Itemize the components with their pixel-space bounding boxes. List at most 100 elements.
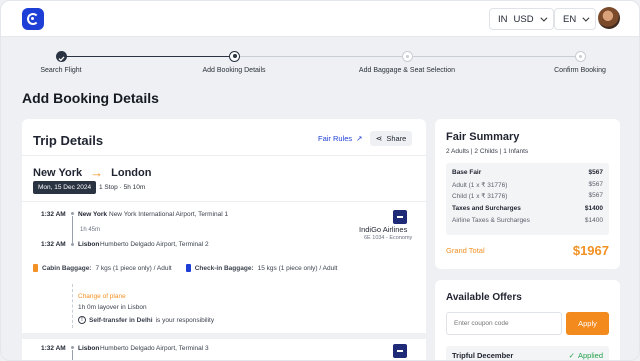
layover-duration: 1h 0m layover in Lisbon	[78, 304, 147, 311]
step-label-search: Search Flight	[40, 67, 82, 74]
child-fare-label: Child (1 x ₹ 31776)	[452, 193, 508, 200]
base-fare-value: $567	[588, 169, 603, 176]
page-title: Add Booking Details	[22, 90, 159, 106]
arrival-airport: Humberto Delgado Airport, Terminal 2	[100, 241, 209, 248]
airline-name: IndiGo Airlines	[359, 225, 408, 234]
divider	[22, 201, 426, 202]
checkin-baggage-value: 15 kgs (1 piece only) / Adult	[257, 264, 338, 272]
departure-time: 1:32 AM	[41, 211, 66, 218]
grand-total-row: Grand Total $1967	[446, 243, 609, 258]
cabin-baggage-value: 7 kgs (1 piece only) / Adult	[95, 264, 172, 272]
app-window: IN USD EN Search Flight Add Booking Deta…	[0, 0, 640, 361]
destination-city: London	[111, 166, 152, 179]
fair-rules-link[interactable]: Fair Rules ↗	[318, 134, 362, 143]
layover-connector	[72, 284, 73, 328]
step-todo-icon	[402, 51, 413, 62]
indigo-airline-logo	[393, 344, 407, 358]
step-label-confirm: Confirm Booking	[554, 67, 606, 74]
segment-separator	[22, 333, 426, 339]
app-logo[interactable]	[22, 8, 44, 30]
timeline-dot	[71, 346, 74, 349]
timeline-dot	[71, 243, 74, 246]
arrival-city: Lisbon	[78, 241, 100, 248]
self-transfer-text: is your responsibility	[155, 316, 215, 324]
timeline-dot	[71, 212, 74, 215]
divider	[22, 155, 426, 156]
base-fare-row: Base Fair $567	[452, 169, 603, 176]
total-duration: 5h 10m	[123, 184, 146, 191]
share-label: Share	[386, 134, 407, 143]
user-avatar[interactable]	[598, 7, 620, 29]
airline-taxes-row: Airline Taxes & Surcharges $1400	[452, 217, 603, 224]
offer-status: ✓ Applied	[569, 351, 603, 360]
indigo-airline-logo	[393, 210, 407, 224]
coupon-code-input[interactable]	[446, 312, 562, 335]
available-offers-card: Available Offers Apply Tripful December …	[435, 280, 620, 360]
checkin-baggage-label: Check-in Baggage:	[194, 264, 254, 272]
fair-summary-title: Fair Summary	[446, 131, 520, 143]
apply-coupon-button[interactable]: Apply	[566, 312, 609, 335]
flight-info: 6E 1034 - Economy	[364, 235, 413, 241]
offers-title: Available Offers	[446, 292, 522, 303]
departure-airport: New York International Airport, Terminal…	[109, 211, 229, 218]
cabin-bag-icon	[33, 264, 38, 272]
origin-city: New York	[33, 166, 83, 179]
cabin-baggage-label: Cabin Baggage:	[42, 264, 92, 272]
external-link-icon: ↗	[356, 134, 363, 143]
adult-fare-value: $567	[588, 181, 603, 188]
step-label-booking: Add Booking Details	[202, 67, 266, 74]
passenger-summary: 2 Adults | 2 Childs | 1 Infants	[446, 148, 529, 155]
step-done-icon	[56, 51, 67, 62]
child-fare-row: Child (1 x ₹ 31776) $567	[452, 192, 603, 200]
share-icon: ⋖	[375, 134, 383, 143]
self-transfer-note: ! Self-transfer in Delhi is your respons…	[78, 316, 214, 324]
currency-code: USD	[513, 13, 534, 25]
share-button[interactable]: ⋖ Share	[370, 131, 412, 146]
grand-total-value: $1967	[572, 243, 609, 258]
layover-title: Change of plane	[78, 293, 126, 300]
adult-fare-label: Adult (1 x ₹ 31776)	[452, 182, 508, 189]
step-label-baggage: Add Baggage & Seat Selection	[358, 67, 456, 74]
info-icon: !	[78, 316, 86, 324]
departure-time: 1:32 AM	[41, 345, 66, 352]
fair-rules-label: Fair Rules	[318, 134, 353, 143]
taxes-value: $1400	[584, 205, 603, 212]
taxes-row: Taxes and Surcharges $1400	[452, 205, 603, 212]
step-connector	[234, 56, 407, 57]
departure-airport: Humberto Delgado Airport, Terminal 3	[100, 345, 209, 352]
arrow-right-icon: →	[90, 165, 104, 180]
child-fare-value: $567	[588, 192, 603, 199]
checkin-bag-icon	[185, 264, 191, 272]
booking-stepper: Search Flight Add Booking Details Add Ba…	[1, 45, 639, 79]
step-current-icon	[229, 51, 240, 62]
route-heading: New York → London	[33, 165, 151, 180]
fair-summary-card: Fair Summary 2 Adults | 2 Childs | 1 Inf…	[435, 119, 620, 269]
stops-count: 1 Stop	[99, 184, 118, 191]
currency-selector[interactable]: IN USD	[489, 8, 554, 30]
fare-breakdown: Base Fair $567 Adult (1 x ₹ 31776) $567 …	[446, 163, 609, 235]
stops-summary: 1 Stop · 5h 10m	[99, 184, 146, 191]
arrival-time: 1:32 AM	[41, 241, 66, 248]
adult-fare-row: Adult (1 x ₹ 31776) $567	[452, 181, 603, 189]
language-code: EN	[563, 13, 577, 25]
departure-city: Lisbon	[78, 345, 100, 352]
trip-title: Trip Details	[33, 133, 104, 148]
base-fare-label: Base Fair	[452, 169, 482, 176]
offer-status-label: Applied	[577, 350, 603, 360]
step-connector	[407, 56, 580, 57]
timeline-line	[72, 350, 73, 360]
trip-details-card: Trip Details Fair Rules ↗ ⋖ Share New Yo…	[22, 119, 426, 360]
grand-total-label: Grand Total	[446, 246, 485, 255]
taxes-label: Taxes and Surcharges	[452, 205, 521, 212]
departure-city: New York	[78, 211, 108, 218]
offer-item[interactable]: Tripful December ✓ Applied	[446, 346, 609, 360]
self-transfer-bold: Self-transfer in Delhi	[89, 316, 153, 324]
chevron-down-icon	[539, 14, 548, 22]
timeline-line	[72, 216, 73, 244]
top-header: IN USD EN	[1, 1, 639, 37]
segment-duration: 1h 45m	[80, 227, 101, 233]
step-todo-icon	[575, 51, 586, 62]
country-code: IN	[498, 13, 508, 25]
check-icon: ✓	[568, 350, 575, 360]
language-selector[interactable]: EN	[554, 8, 597, 30]
